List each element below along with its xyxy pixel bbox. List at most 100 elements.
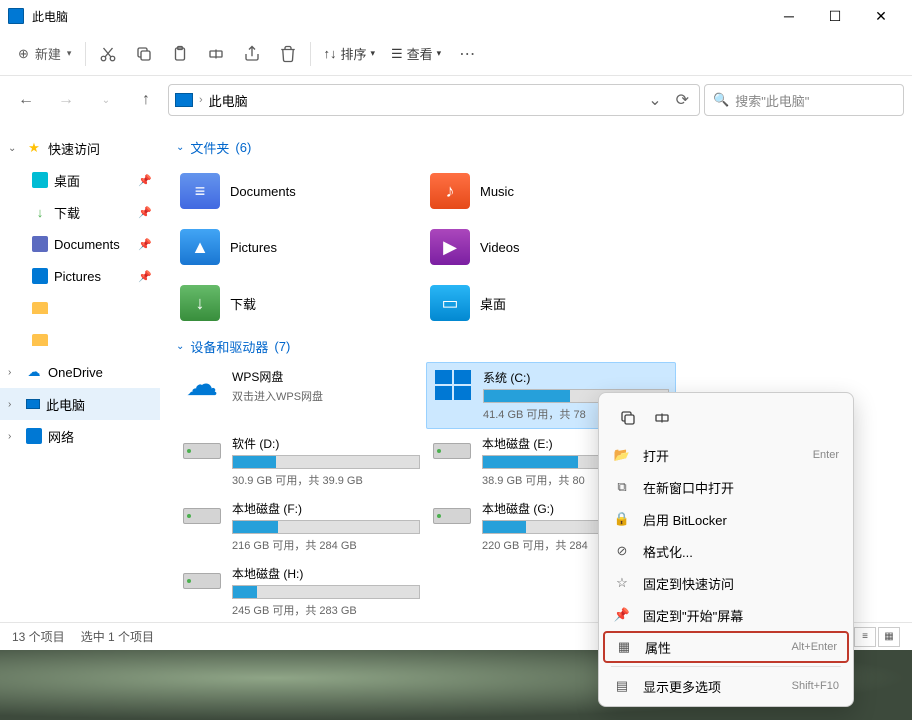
sidebar-this-pc[interactable]: › 此电脑 xyxy=(0,388,160,420)
ctx-pin-start[interactable]: 📌 固定到"开始"屏幕 xyxy=(603,599,849,631)
breadcrumb-path[interactable]: 此电脑 xyxy=(209,91,639,110)
folder-下载[interactable]: ↓ 下载 xyxy=(176,275,426,331)
sidebar-downloads[interactable]: ↓ 下载 📌 xyxy=(0,196,160,228)
folder-videos[interactable]: ▶ Videos xyxy=(426,219,676,275)
ctx-open[interactable]: 📂 打开 Enter xyxy=(603,439,849,471)
sidebar-documents[interactable]: Documents 📌 xyxy=(0,228,160,260)
details-view-button[interactable]: ≡ xyxy=(854,627,876,647)
drive-h[interactable]: 本地磁盘 (H:) 245 GB 可用，共 283 GB xyxy=(176,559,426,622)
recent-dropdown[interactable]: ⌄ xyxy=(88,82,124,118)
sidebar-network[interactable]: › 网络 xyxy=(0,420,160,452)
refresh-button[interactable]: ⟳ xyxy=(672,90,693,110)
pc-icon xyxy=(175,93,193,107)
sidebar-desktop[interactable]: 桌面 📌 xyxy=(0,164,160,196)
more-button[interactable]: ⋯ xyxy=(449,36,485,72)
search-input[interactable]: 🔍 搜索"此电脑" xyxy=(704,84,904,116)
ctx-pin-quick[interactable]: ☆ 固定到快速访问 xyxy=(603,567,849,599)
tiles-view-button[interactable]: ▦ xyxy=(878,627,900,647)
selected-count: 选中 1 个项目 xyxy=(81,628,154,645)
folders-section-header[interactable]: ⌄ 文件夹 (6) xyxy=(176,132,896,163)
folder-music[interactable]: ♪Music xyxy=(426,163,676,219)
minimize-button[interactable]: ─ xyxy=(766,0,812,32)
folder-icon: ▭ xyxy=(430,285,470,321)
folder-pictures[interactable]: ▲Pictures xyxy=(176,219,426,275)
paste-button[interactable] xyxy=(162,36,198,72)
item-count: 13 个项目 xyxy=(12,628,65,645)
drive-f[interactable]: 本地磁盘 (F:) 216 GB 可用，共 284 GB xyxy=(176,494,426,559)
view-icon: ☰ xyxy=(391,46,403,62)
sidebar-folder-2[interactable] xyxy=(0,324,160,356)
address-dropdown[interactable]: ⌄ xyxy=(644,90,665,110)
pictures-icon xyxy=(32,268,48,284)
folder-label: Pictures xyxy=(230,240,277,255)
plus-icon: ⊕ xyxy=(18,46,29,62)
copy-icon[interactable] xyxy=(613,403,643,433)
context-menu: 📂 打开 Enter ⧉ 在新窗口中打开 🔒 启用 BitLocker ⊘ 格式… xyxy=(598,392,854,707)
folder-icon: ♪ xyxy=(430,173,470,209)
cloud-icon: ☁ xyxy=(26,364,42,380)
hdd-icon xyxy=(182,435,222,467)
separator xyxy=(611,666,841,667)
pin-icon: 📌 xyxy=(138,270,152,283)
drives-section-header[interactable]: ⌄ 设备和驱动器 (7) xyxy=(176,331,896,362)
storage-bar xyxy=(232,455,420,469)
forward-button[interactable]: → xyxy=(48,82,84,118)
folder-label: 下载 xyxy=(230,294,256,313)
navbar: ← → ⌄ ↑ › 此电脑 ⌄ ⟳ 🔍 搜索"此电脑" xyxy=(0,76,912,124)
chevron-right-icon: › xyxy=(8,431,20,442)
storage-bar xyxy=(232,520,420,534)
ctx-properties[interactable]: ▦ 属性 Alt+Enter xyxy=(603,631,849,663)
properties-icon: ▦ xyxy=(615,639,633,655)
maximize-button[interactable]: ☐ xyxy=(812,0,858,32)
chevron-right-icon: › xyxy=(8,367,20,378)
window-title: 此电脑 xyxy=(32,8,766,25)
lock-icon: 🔒 xyxy=(613,511,631,527)
folder-label: Videos xyxy=(480,240,520,255)
close-button[interactable]: ✕ xyxy=(858,0,904,32)
sidebar-quick-access[interactable]: ⌄ ★ 快速访问 xyxy=(0,132,160,164)
folder-icon: ▶ xyxy=(430,229,470,265)
drive-d[interactable]: 软件 (D:) 30.9 GB 可用，共 39.9 GB xyxy=(176,429,426,494)
ctx-more-options[interactable]: ▤ 显示更多选项 Shift+F10 xyxy=(603,670,849,702)
new-window-icon: ⧉ xyxy=(613,479,631,495)
chevron-right-icon: › xyxy=(8,399,20,410)
ctx-new-window[interactable]: ⧉ 在新窗口中打开 xyxy=(603,471,849,503)
windows-drive-icon xyxy=(433,369,473,401)
more-icon: ▤ xyxy=(613,678,631,694)
toolbar: ⊕ 新建 ▾ ↑↓ 排序 ▾ ☰ 查看 ▾ ⋯ xyxy=(0,32,912,76)
folder-icon: ↓ xyxy=(180,285,220,321)
chevron-down-icon: ⌄ xyxy=(8,143,20,154)
rename-button[interactable] xyxy=(198,36,234,72)
ctx-bitlocker[interactable]: 🔒 启用 BitLocker xyxy=(603,503,849,535)
app-icon xyxy=(8,8,24,24)
sidebar-folder-1[interactable] xyxy=(0,292,160,324)
format-icon: ⊘ xyxy=(613,543,631,559)
back-button[interactable]: ← xyxy=(8,82,44,118)
folder-icon xyxy=(32,302,48,314)
ctx-format[interactable]: ⊘ 格式化... xyxy=(603,535,849,567)
folder-桌面[interactable]: ▭桌面 xyxy=(426,275,676,331)
rename-icon[interactable] xyxy=(647,403,677,433)
document-icon xyxy=(32,236,48,252)
cut-button[interactable] xyxy=(90,36,126,72)
hdd-icon xyxy=(432,435,472,467)
folder-documents[interactable]: ≡Documents xyxy=(176,163,426,219)
delete-button[interactable] xyxy=(270,36,306,72)
sort-icon: ↑↓ xyxy=(323,46,336,61)
pin-start-icon: 📌 xyxy=(613,607,631,623)
sort-button[interactable]: ↑↓ 排序 ▾ xyxy=(315,44,383,63)
up-button[interactable]: ↑ xyxy=(128,82,164,118)
drive-wps[interactable]: ☁ WPS网盘 双击进入WPS网盘 xyxy=(176,362,426,429)
folder-icon: ≡ xyxy=(180,173,220,209)
share-button[interactable] xyxy=(234,36,270,72)
address-bar[interactable]: › 此电脑 ⌄ ⟳ xyxy=(168,84,700,116)
sidebar-onedrive[interactable]: › ☁ OneDrive xyxy=(0,356,160,388)
pin-icon: 📌 xyxy=(138,174,152,187)
copy-button[interactable] xyxy=(126,36,162,72)
sidebar-pictures[interactable]: Pictures 📌 xyxy=(0,260,160,292)
new-button[interactable]: ⊕ 新建 ▾ xyxy=(8,40,81,67)
pin-icon: 📌 xyxy=(138,238,152,251)
hdd-icon xyxy=(182,500,222,532)
view-button[interactable]: ☰ 查看 ▾ xyxy=(383,44,449,63)
desktop-icon xyxy=(32,172,48,188)
